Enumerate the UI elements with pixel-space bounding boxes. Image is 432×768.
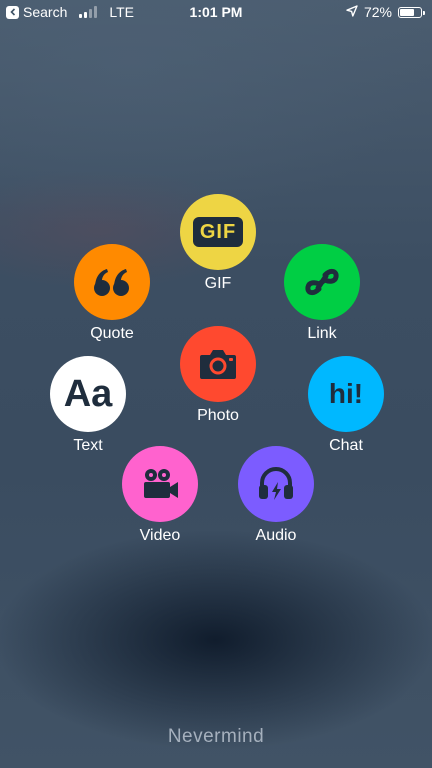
text-action[interactable]: Aa Text [48, 356, 128, 455]
text-button[interactable]: Aa [50, 356, 126, 432]
quote-label: Quote [90, 325, 134, 342]
video-label: Video [139, 527, 181, 544]
quote-button[interactable] [74, 244, 150, 320]
headphones-icon [259, 467, 293, 500]
camera-icon [200, 350, 236, 379]
quote-icon [94, 269, 129, 296]
battery-percent: 72% [363, 4, 392, 20]
photo-label: Photo [197, 407, 239, 424]
gif-icon: GIF [193, 217, 243, 247]
audio-label: Audio [255, 527, 297, 544]
link-icon [305, 268, 339, 296]
chat-button[interactable]: hi! [308, 356, 384, 432]
text-label: Text [73, 437, 103, 454]
link-label: Link [307, 325, 337, 342]
photo-button[interactable] [180, 326, 256, 402]
battery-icon [398, 6, 425, 18]
audio-action[interactable]: Audio [236, 446, 316, 545]
video-button[interactable] [122, 446, 198, 522]
location-arrow-icon [346, 4, 358, 20]
link-button[interactable] [284, 244, 360, 320]
text-icon: Aa [63, 372, 113, 415]
chat-label: Chat [329, 437, 363, 454]
video-camera-icon [144, 469, 178, 498]
audio-button[interactable] [238, 446, 314, 522]
status-bar: Search LTE 1:01 PM 72% [0, 0, 432, 26]
link-action[interactable]: Link [282, 244, 362, 343]
photo-action[interactable]: Photo [178, 326, 258, 425]
chat-icon: hi! [328, 378, 364, 409]
gif-action[interactable]: GIF GIF [178, 194, 258, 293]
gif-label: GIF [204, 275, 232, 292]
quote-action[interactable]: Quote [72, 244, 152, 343]
nevermind-button[interactable]: Nevermind [0, 726, 432, 748]
chat-action[interactable]: hi! Chat [306, 356, 386, 455]
video-action[interactable]: Video [120, 446, 200, 545]
gif-button[interactable]: GIF [180, 194, 256, 270]
